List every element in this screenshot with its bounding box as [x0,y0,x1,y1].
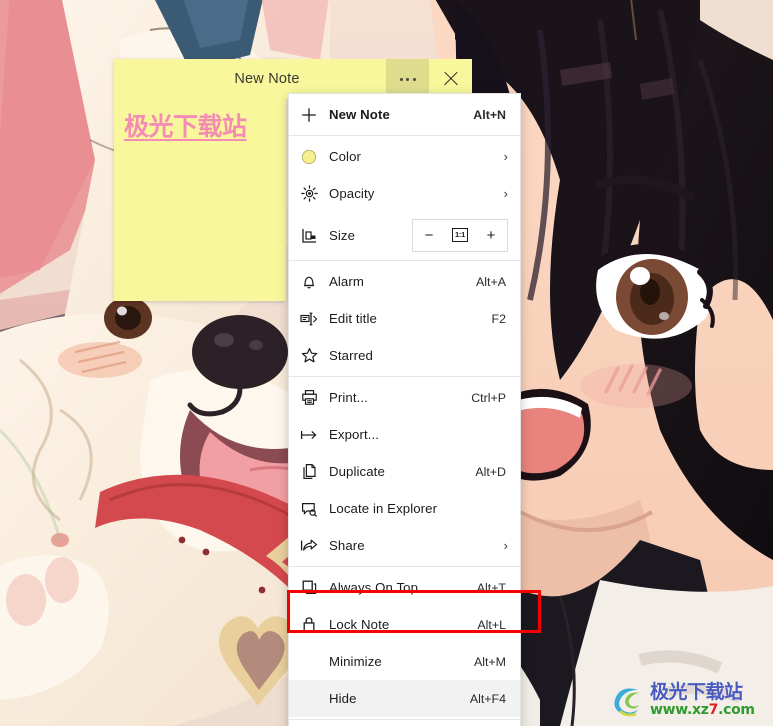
bell-icon [289,274,329,290]
size-value-label: 1:1 [452,227,468,243]
menu-item-export[interactable]: Export... [289,416,520,453]
menu-label: Starred [329,348,373,363]
menu-accelerator: Ctrl+P [471,390,506,405]
menu-accelerator: Alt+A [476,274,506,289]
menu-label: Color [329,149,362,164]
watermark-text: 极光下载站 www.xz7.com [650,680,755,720]
menu-item-minimize[interactable]: Minimize Alt+M [289,643,520,680]
note-text-content[interactable]: 极光下载站 [124,112,276,142]
menu-accelerator: Alt+N [473,107,506,122]
menu-label: Size [329,227,356,243]
menu-label: Edit title [329,311,377,326]
menu-separator [289,566,520,567]
menu-label: Duplicate [329,464,385,479]
size-stepper[interactable]: − 1:1 + [412,218,508,252]
chevron-right-icon: › [503,538,508,553]
size-value-button[interactable]: 1:1 [445,220,475,251]
duplicate-icon [289,463,329,480]
note-context-menu[interactable]: New Note Alt+N Color › Opacity › Size − … [288,93,521,726]
menu-separator [289,376,520,377]
menu-item-edit-title[interactable]: Edit title F2 [289,300,520,337]
menu-label: Lock Note [329,617,390,632]
menu-label: Alarm [329,274,364,289]
ellipsis-icon [399,77,416,81]
menu-separator [289,260,520,261]
printer-icon [289,389,329,406]
menu-label: Export... [329,427,380,442]
size-increase-button[interactable]: + [475,220,507,251]
sticky-note-window[interactable]: New Note 极光下载站 [114,59,472,301]
menu-separator [289,719,520,720]
menu-item-new-note[interactable]: New Note Alt+N [289,96,520,133]
menu-item-move-to[interactable]: Move To › [289,722,520,726]
url-suffix: .com [718,701,755,718]
menu-item-always-on-top[interactable]: Always On Top Alt+T [289,569,520,606]
menu-accelerator: F2 [491,311,506,326]
menu-accelerator: Alt+M [473,654,506,669]
menu-accelerator: Alt+L [477,617,506,632]
menu-item-opacity[interactable]: Opacity › [289,175,520,212]
always-on-top-icon [289,579,329,596]
menu-label: Minimize [329,654,382,669]
close-icon [443,71,459,87]
watermark-site-name: 极光下载站 [650,680,743,703]
menu-label: Hide [329,691,357,706]
menu-item-starred[interactable]: Starred [289,337,520,374]
locate-explorer-icon [289,501,329,517]
menu-accelerator: Alt+T [476,580,506,595]
menu-item-print[interactable]: Print... Ctrl+P [289,379,520,416]
menu-item-lock-note[interactable]: Lock Note Alt+L [289,606,520,643]
menu-label: Locate in Explorer [329,501,438,516]
color-circle-icon [289,149,329,165]
chevron-right-icon: › [503,186,508,201]
menu-accelerator: Alt+F4 [469,691,506,706]
menu-item-color[interactable]: Color › [289,138,520,175]
size-decrease-button[interactable]: − [413,220,445,251]
edit-title-icon [289,312,329,326]
url-prefix: www.xz [650,701,709,718]
menu-label: Opacity [329,186,375,201]
menu-separator [289,135,520,136]
menu-item-share[interactable]: Share › [289,527,520,564]
menu-item-duplicate[interactable]: Duplicate Alt+D [289,453,520,490]
menu-accelerator: Alt+D [475,464,506,479]
size-icon [289,227,329,244]
menu-label: Share [329,538,365,553]
chevron-right-icon: › [503,149,508,164]
plus-icon [289,107,329,123]
export-arrow-icon [289,428,329,442]
url-accent: 7 [708,701,719,718]
menu-item-locate-in-explorer[interactable]: Locate in Explorer [289,490,520,527]
menu-item-size[interactable]: Size − 1:1 + [289,212,520,258]
menu-label: Print... [329,390,368,405]
star-icon [289,347,329,364]
site-watermark: 极光下载站 www.xz7.com [608,679,768,723]
menu-label: New Note [329,107,390,122]
brightness-icon [289,185,329,202]
menu-item-hide[interactable]: Hide Alt+F4 [289,680,520,717]
menu-label: Always On Top [329,580,419,595]
watermark-url: www.xz7.com [650,702,755,720]
share-icon [289,538,329,553]
watermark-logo-icon [608,681,648,721]
lock-icon [289,616,329,633]
note-body[interactable]: 极光下载站 [114,99,286,301]
menu-item-alarm[interactable]: Alarm Alt+A [289,263,520,300]
screen: New Note 极光下载站 New Note Alt+N Color › Op… [0,0,773,726]
